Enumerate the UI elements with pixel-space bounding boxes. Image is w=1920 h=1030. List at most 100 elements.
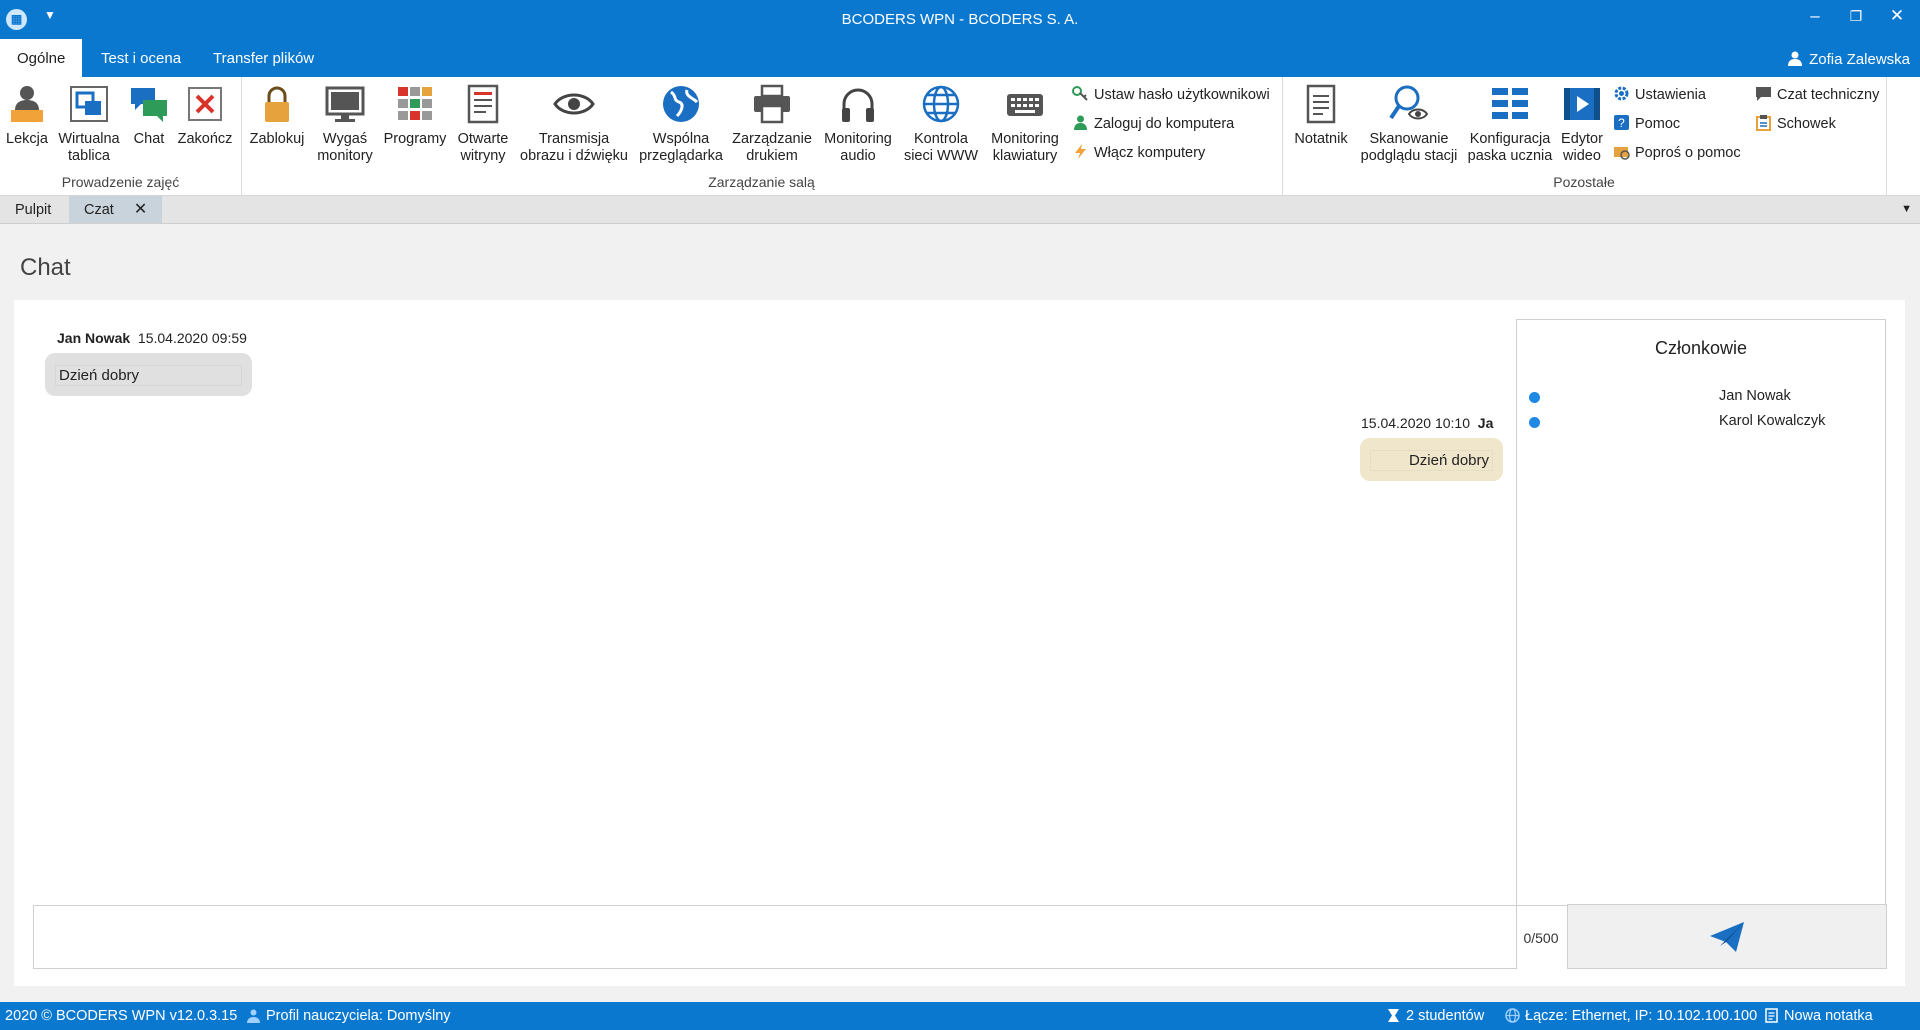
pomoc-button[interactable]: ? Pomoc bbox=[1613, 114, 1680, 134]
edytor-wideo-label-2: wideo bbox=[1563, 148, 1601, 164]
message-bubble-outgoing: Dzień dobry bbox=[1360, 438, 1503, 481]
status-note[interactable]: Nowa notatka bbox=[1764, 1008, 1873, 1024]
tab-close-icon[interactable]: ✕ bbox=[134, 201, 147, 218]
lekcja-button[interactable]: Lekcja bbox=[3, 83, 51, 148]
tab-pulpit[interactable]: Pulpit bbox=[0, 196, 66, 223]
tabs-dropdown-icon[interactable]: ▼ bbox=[1901, 203, 1912, 215]
programy-label: Programy bbox=[383, 131, 447, 147]
skanowanie-label: Skanowanie bbox=[1369, 131, 1449, 147]
help-icon: ? bbox=[1614, 115, 1629, 130]
send-icon bbox=[1710, 921, 1744, 952]
popros-o-pomoc-button[interactable]: Poproś o pomoc bbox=[1613, 143, 1741, 163]
transmisja-label-2: obrazu i dźwięku bbox=[520, 148, 628, 164]
monitoring-audio-button[interactable]: Monitoring audio bbox=[818, 83, 898, 165]
skanowanie-button[interactable]: Skanowanie podglądu stacji bbox=[1355, 83, 1463, 165]
tab-czat-label: Czat bbox=[84, 202, 114, 218]
wlacz-komputery-button[interactable]: Włącz komputery bbox=[1072, 143, 1205, 163]
programy-button[interactable]: Programy bbox=[381, 83, 449, 148]
status-copyright: 2020 © BCODERS WPN v12.0.3.15 bbox=[5, 1008, 238, 1024]
monitoring-klawiatury-button[interactable]: Monitoring klawiatury bbox=[984, 83, 1066, 165]
clipboard-icon bbox=[1756, 115, 1771, 131]
status-bar: 2020 © BCODERS WPN v12.0.3.15 Profil nau… bbox=[0, 1002, 1920, 1030]
zaloguj-button[interactable]: Zaloguj do komputera bbox=[1072, 114, 1234, 134]
tab-test-i-ocena[interactable]: Test i ocena bbox=[84, 39, 198, 77]
minimize-icon[interactable]: – bbox=[1800, 6, 1830, 26]
lock-icon bbox=[265, 86, 289, 122]
online-status-icon bbox=[1529, 417, 1540, 428]
message-time: 15.04.2020 10:10 bbox=[1361, 415, 1470, 431]
group-label: Prowadzenie zajęć bbox=[61, 174, 180, 190]
chat-icon bbox=[131, 88, 167, 122]
ustawienia-label: Ustawienia bbox=[1635, 87, 1706, 103]
eye-icon bbox=[553, 93, 595, 115]
otwarte-witryny-label-2: witryny bbox=[460, 148, 506, 164]
monitoring-klawiatury-label-2: klawiatury bbox=[992, 148, 1058, 164]
tab-czat[interactable]: Czat ✕ bbox=[69, 196, 163, 223]
zablokuj-button[interactable]: Zablokuj bbox=[246, 83, 308, 148]
svg-text:?: ? bbox=[1618, 116, 1625, 130]
kontrola-sieci-button[interactable]: Kontrola sieci WWW bbox=[900, 83, 982, 165]
ask-help-icon bbox=[1614, 147, 1630, 160]
message-time: 15.04.2020 09:59 bbox=[137, 330, 247, 346]
document-tabs: Pulpit Czat ✕ ▼ bbox=[0, 196, 1920, 224]
tech-chat-icon bbox=[1756, 87, 1771, 101]
apps-grid-icon bbox=[398, 87, 432, 120]
send-button[interactable] bbox=[1567, 904, 1887, 969]
zarzadzanie-drukiem-label: Zarządzanie bbox=[732, 131, 812, 147]
notepad-icon bbox=[1306, 84, 1336, 124]
status-note-label: Nowa notatka bbox=[1784, 1008, 1873, 1024]
status-profile[interactable]: Profil nauczyciela: Domyślny bbox=[246, 1008, 451, 1024]
toolbar-config-icon bbox=[1492, 88, 1528, 119]
tab-ogolne[interactable]: Ogólne bbox=[0, 39, 83, 77]
transmisja-button[interactable]: Transmisja obrazu i dźwięku bbox=[514, 83, 634, 165]
title-bar: ▦ ▼ BCODERS WPN - BCODERS S. A. – ❐ ✕ bbox=[0, 0, 1920, 39]
message-input[interactable] bbox=[33, 905, 1517, 969]
chat-button[interactable]: Chat bbox=[127, 83, 171, 148]
end-lesson-icon bbox=[188, 87, 222, 121]
czat-techniczny-label: Czat techniczny bbox=[1777, 87, 1880, 103]
wygas-monitory-button[interactable]: Wygaś monitory bbox=[310, 83, 380, 165]
chat-label: Chat bbox=[133, 131, 165, 147]
headphones-icon bbox=[842, 88, 874, 122]
close-icon[interactable]: ✕ bbox=[1882, 6, 1912, 26]
login-user-icon bbox=[1074, 115, 1087, 130]
schowek-label: Schowek bbox=[1777, 116, 1836, 132]
status-students[interactable]: 2 studentów bbox=[1386, 1008, 1484, 1024]
kontrola-sieci-label: Kontrola bbox=[913, 131, 968, 147]
edytor-wideo-button[interactable]: Edytor wideo bbox=[1556, 83, 1608, 165]
wirtualna-tablica-button[interactable]: Wirtualna tablica bbox=[54, 83, 124, 165]
user-account[interactable]: Zofia Zalewska bbox=[1787, 50, 1910, 68]
tab-transfer-plikow[interactable]: Transfer plików bbox=[196, 39, 331, 77]
monitoring-audio-label-2: audio bbox=[840, 148, 876, 164]
member-name: Karol Kowalczyk bbox=[1719, 413, 1826, 429]
konfiguracja-paska-label: Konfiguracja bbox=[1469, 131, 1551, 147]
video-editor-icon bbox=[1564, 88, 1600, 120]
message-sender: Jan Nowak bbox=[57, 330, 131, 346]
otwarte-witryny-button[interactable]: Otwarte witryny bbox=[452, 83, 514, 165]
zakoncz-button[interactable]: Zakończ bbox=[175, 83, 235, 148]
czat-techniczny-button[interactable]: Czat techniczny bbox=[1755, 85, 1879, 105]
konfiguracja-paska-button[interactable]: Konfiguracja paska ucznia bbox=[1465, 83, 1555, 165]
status-connection-label: Łącze: Ethernet, IP: 10.102.100.100 bbox=[1525, 1008, 1758, 1024]
zaloguj-label: Zaloguj do komputera bbox=[1094, 116, 1235, 132]
monitor-icon bbox=[325, 86, 365, 122]
konfiguracja-paska-label-2: paska ucznia bbox=[1467, 148, 1553, 164]
group-label: Pozostałe bbox=[1553, 174, 1615, 190]
zarzadzanie-drukiem-button[interactable]: Zarządzanie drukiem bbox=[728, 83, 816, 165]
member-name: Jan Nowak bbox=[1719, 388, 1791, 404]
character-counter: 0/500 bbox=[1516, 905, 1566, 968]
transmisja-label: Transmisja bbox=[538, 131, 610, 147]
schowek-button[interactable]: Schowek bbox=[1755, 114, 1836, 134]
notatnik-button[interactable]: Notatnik bbox=[1287, 83, 1355, 148]
restore-icon[interactable]: ❐ bbox=[1841, 8, 1871, 25]
wirtualna-tablica-label-2: tablica bbox=[68, 148, 110, 164]
ustawienia-button[interactable]: Ustawienia bbox=[1613, 85, 1706, 105]
ustaw-haslo-button[interactable]: Ustaw hasło użytkownikowi bbox=[1072, 85, 1270, 105]
monitoring-audio-label: Monitoring bbox=[824, 131, 892, 147]
teacher-icon bbox=[11, 86, 43, 122]
wspolna-przegladarka-button[interactable]: Wspólna przeglądarka bbox=[636, 83, 726, 165]
notatnik-label: Notatnik bbox=[1294, 131, 1348, 147]
window-title: BCODERS WPN - BCODERS S. A. bbox=[841, 11, 1079, 28]
wspolna-przegladarka-label-2: przeglądarka bbox=[639, 148, 723, 164]
user-name: Zofia Zalewska bbox=[1809, 51, 1910, 68]
